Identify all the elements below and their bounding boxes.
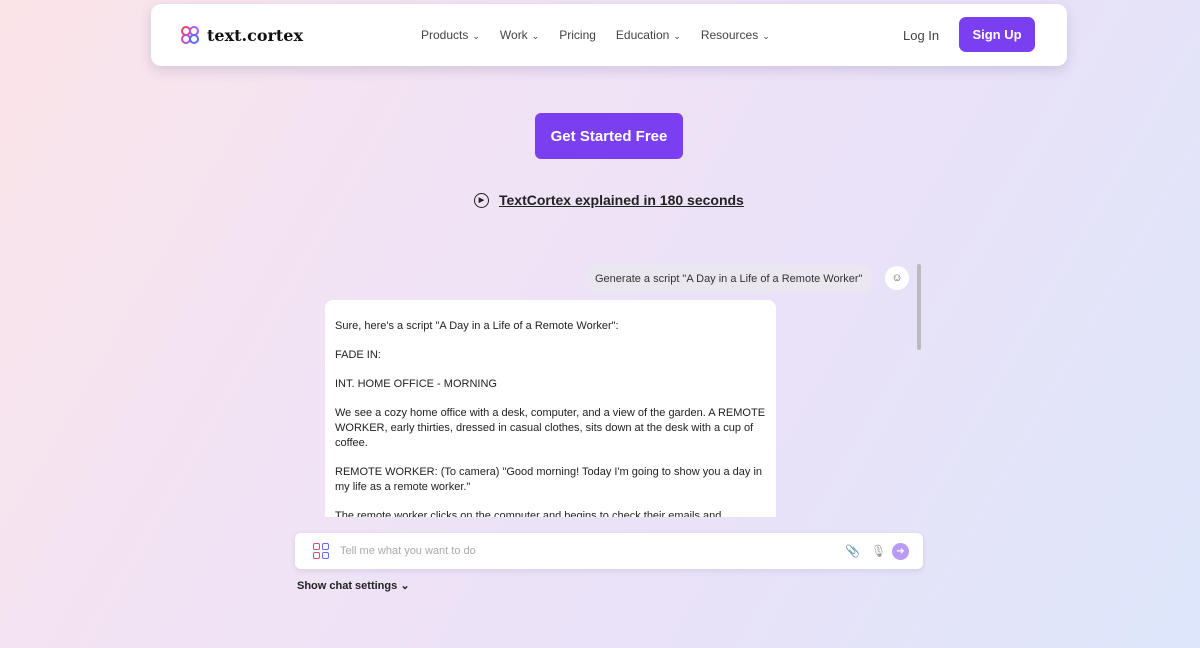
nav-pricing[interactable]: Pricing xyxy=(559,28,596,42)
chevron-down-icon: ⌄ xyxy=(673,31,681,41)
chevron-down-icon: ⌄ xyxy=(531,31,540,41)
reply-line: REMOTE WORKER: (To camera) "Good morning… xyxy=(335,466,763,493)
chat-scrollbar[interactable] xyxy=(917,264,921,350)
chevron-down-icon: ⌄ xyxy=(400,580,410,592)
show-chat-settings[interactable]: Show chat settings ⌄ xyxy=(297,579,410,592)
video-link[interactable]: ▶ TextCortex explained in 180 seconds xyxy=(474,192,744,208)
templates-icon[interactable] xyxy=(313,543,329,559)
brain-logo-icon xyxy=(181,26,199,44)
microphone-icon[interactable]: 🎙 xyxy=(871,544,886,558)
logo-text: text.cortex xyxy=(207,25,304,45)
chevron-down-icon: ⌄ xyxy=(472,31,480,41)
chat-input-placeholder[interactable]: Tell me what you want to do xyxy=(340,545,476,557)
send-button[interactable]: ➜ xyxy=(892,542,909,560)
reply-line: Sure, here's a script "A Day in a Life o… xyxy=(335,320,619,332)
get-started-button[interactable]: Get Started Free xyxy=(535,113,683,159)
logo[interactable]: text.cortex xyxy=(179,24,303,46)
chevron-down-icon: ⌄ xyxy=(762,31,770,41)
reply-line: INT. HOME OFFICE - MORNING xyxy=(335,378,497,390)
assistant-reply: Sure, here's a script "A Day in a Life o… xyxy=(325,300,776,517)
nav-education[interactable]: Education ⌄ xyxy=(616,28,681,42)
user-message: Generate a script "A Day in a Life of a … xyxy=(585,265,873,293)
attach-icon[interactable]: 📎 xyxy=(845,544,860,558)
nav-work[interactable]: Work ⌄ xyxy=(500,28,539,42)
video-link-text: TextCortex explained in 180 seconds xyxy=(499,192,744,208)
signup-button[interactable]: Sign Up xyxy=(959,17,1035,52)
nav-products[interactable]: Products ⌄ xyxy=(421,28,480,42)
login-link[interactable]: Log In xyxy=(903,28,939,43)
nav-resources[interactable]: Resources ⌄ xyxy=(701,28,770,42)
user-avatar-icon: ☺ xyxy=(885,266,909,290)
reply-line: We see a cozy home office with a desk, c… xyxy=(335,407,766,449)
reply-line: The remote worker clicks on the computer… xyxy=(335,510,722,517)
reply-line: FADE IN: xyxy=(335,349,381,361)
chat-input[interactable]: Tell me what you want to do 📎 🎙 ➜ xyxy=(295,533,923,569)
top-nav: text.cortex Products ⌄ Work ⌄ Pricing Educ… xyxy=(151,4,1067,66)
play-icon: ▶ xyxy=(474,192,489,208)
